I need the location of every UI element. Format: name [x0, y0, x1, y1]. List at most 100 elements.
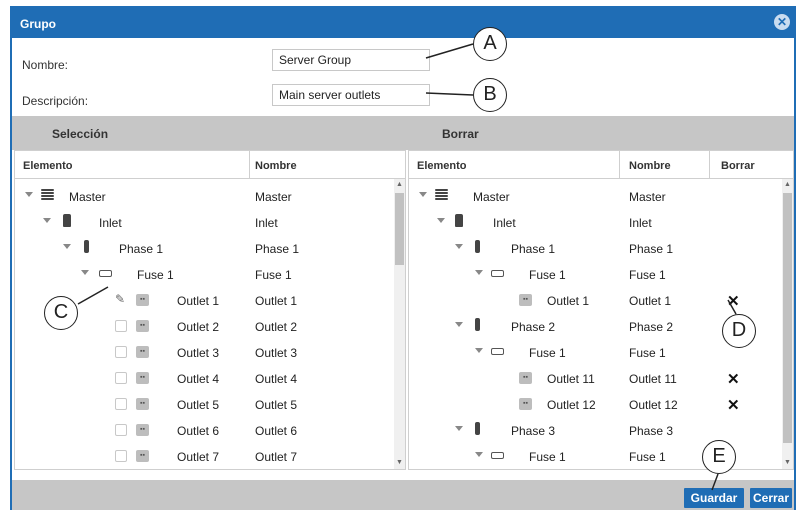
tree-element-label: Outlet 3 [177, 346, 220, 360]
column-header-name[interactable]: Nombre [255, 160, 297, 172]
tree-name-cell: Phase 1 [255, 242, 300, 256]
expand-toggle-icon[interactable] [437, 218, 445, 223]
select-checkbox[interactable] [115, 398, 127, 410]
expand-toggle-icon[interactable] [63, 244, 71, 249]
tree-row-outlet[interactable]: ▪▪ Outlet 7 Outlet 7 [15, 443, 405, 469]
tree-name-cell: Outlet 7 [255, 450, 298, 464]
tree-element-label: Phase 3 [511, 424, 556, 438]
expand-toggle-icon[interactable] [475, 452, 483, 457]
scroll-thumb[interactable] [783, 193, 792, 443]
expand-toggle-icon[interactable] [43, 218, 51, 223]
tree-element-label: Fuse 1 [529, 450, 566, 464]
expand-toggle-icon[interactable] [455, 322, 463, 327]
callout-e: E [702, 440, 736, 474]
section-bar: Selección Borrar [12, 116, 794, 150]
tree-element-label: Fuse 1 [529, 346, 566, 360]
expand-toggle-icon[interactable] [455, 244, 463, 249]
tree-row-outlet[interactable]: ▪▪ Outlet 5 Outlet 5 [15, 391, 405, 417]
select-checkbox[interactable] [115, 320, 127, 332]
tree-row-inlet[interactable]: Inlet Inlet [409, 209, 793, 235]
tree-row-outlet[interactable]: ▪▪ Outlet 3 Outlet 3 [15, 339, 405, 365]
tree-row-fuse-1[interactable]: Fuse 1 Fuse 1 [15, 261, 405, 287]
expand-toggle-icon[interactable] [419, 192, 427, 197]
tree-name-cell: Inlet [629, 216, 652, 230]
tree-row-inlet[interactable]: Inlet Inlet [15, 209, 405, 235]
expand-toggle-icon[interactable] [455, 426, 463, 431]
select-checkbox[interactable] [115, 424, 127, 436]
tree-element-label: Outlet 1 [547, 294, 590, 308]
tree-name-cell: Fuse 1 [629, 450, 666, 464]
tree-name-cell: Master [629, 190, 666, 204]
scroll-up-icon[interactable]: ▲ [396, 181, 403, 188]
tree-row-outlet[interactable]: ▪▪ Outlet 1 Outlet 1 ✕ [409, 287, 793, 313]
tree-element-label: Outlet 1 [177, 294, 220, 308]
tree-name-cell: Fuse 1 [255, 268, 292, 282]
expand-toggle-icon[interactable] [475, 270, 483, 275]
tree-element-label: Outlet 12 [547, 398, 596, 412]
scroll-down-icon[interactable]: ▼ [784, 459, 791, 466]
pencil-icon[interactable]: ✎ [115, 292, 125, 306]
outlet-icon: ▪▪ [136, 398, 149, 410]
tree-name-cell: Fuse 1 [629, 268, 666, 282]
x-mark-icon[interactable]: ✕ [727, 396, 740, 414]
description-label: Descripción: [22, 94, 89, 108]
tree-row-phase[interactable]: Phase 1 Phase 1 [409, 235, 793, 261]
tree-element-label: Master [473, 190, 510, 204]
tree-row-phase-1[interactable]: Phase 1 Phase 1 [15, 235, 405, 261]
selection-section-title: Selección [52, 127, 109, 141]
tree-row-master[interactable]: Master Master [409, 183, 793, 209]
close-icon[interactable]: ✕ [774, 14, 790, 30]
scroll-up-icon[interactable]: ▲ [784, 181, 791, 188]
outlet-icon: ▪▪ [136, 450, 149, 462]
outlet-icon: ▪▪ [519, 398, 532, 410]
column-header-delete[interactable]: Borrar [721, 160, 755, 172]
tree-row-outlet[interactable]: ▪▪ Outlet 4 Outlet 4 [15, 365, 405, 391]
delete-section-title: Borrar [442, 127, 479, 141]
expand-toggle-icon[interactable] [25, 192, 33, 197]
save-button[interactable]: Guardar [684, 488, 744, 508]
name-input[interactable] [272, 49, 430, 71]
phase-icon [475, 240, 480, 253]
scroll-down-icon[interactable]: ▼ [396, 459, 403, 466]
tree-element-label: Inlet [99, 216, 122, 230]
tree-name-cell: Phase 3 [629, 424, 674, 438]
master-device-icon [41, 189, 54, 201]
tree-row-fuse[interactable]: Fuse 1 Fuse 1 [409, 261, 793, 287]
callout-b: B [473, 78, 507, 112]
select-checkbox[interactable] [115, 372, 127, 384]
callout-c: C [44, 296, 78, 330]
tree-row-outlet[interactable]: ▪▪ Outlet 6 Outlet 6 [15, 417, 405, 443]
column-header-element[interactable]: Elemento [23, 160, 73, 172]
tree-row-outlet[interactable]: ▪▪ Outlet 12 Outlet 12 ✕ [409, 391, 793, 417]
tree-name-cell: Master [255, 190, 292, 204]
tree-name-cell: Outlet 2 [255, 320, 298, 334]
callout-d: D [722, 314, 756, 348]
inlet-icon [63, 214, 71, 227]
group-dialog: Grupo ✕ Nombre: Descripción: Selección B… [10, 6, 796, 510]
tree-element-label: Outlet 6 [177, 424, 220, 438]
description-input[interactable] [272, 84, 430, 106]
master-device-icon [435, 189, 448, 201]
expand-toggle-icon[interactable] [475, 348, 483, 353]
tree-row-outlet[interactable]: ▪▪ Outlet 11 Outlet 11 ✕ [409, 365, 793, 391]
select-checkbox[interactable] [115, 346, 127, 358]
expand-toggle-icon[interactable] [81, 270, 89, 275]
inlet-icon [455, 214, 463, 227]
phase-icon [84, 240, 89, 253]
x-mark-icon[interactable]: ✕ [727, 292, 740, 310]
x-mark-icon[interactable]: ✕ [727, 370, 740, 388]
tree-row-master[interactable]: Master Master [15, 183, 405, 209]
column-header-name[interactable]: Nombre [629, 160, 671, 172]
tree-element-label: Master [69, 190, 106, 204]
select-checkbox[interactable] [115, 450, 127, 462]
outlet-icon: ▪▪ [136, 424, 149, 436]
selection-scrollbar[interactable]: ▲ ▼ [394, 179, 405, 469]
close-button[interactable]: Cerrar [750, 488, 792, 508]
tree-element-label: Phase 1 [119, 242, 164, 256]
column-header-element[interactable]: Elemento [417, 160, 467, 172]
tree-name-cell: Phase 2 [629, 320, 674, 334]
tree-name-cell: Outlet 5 [255, 398, 298, 412]
tree-row-phase[interactable]: Phase 3 Phase 3 [409, 417, 793, 443]
delete-scrollbar[interactable]: ▲ ▼ [782, 179, 793, 469]
scroll-thumb[interactable] [395, 193, 404, 265]
